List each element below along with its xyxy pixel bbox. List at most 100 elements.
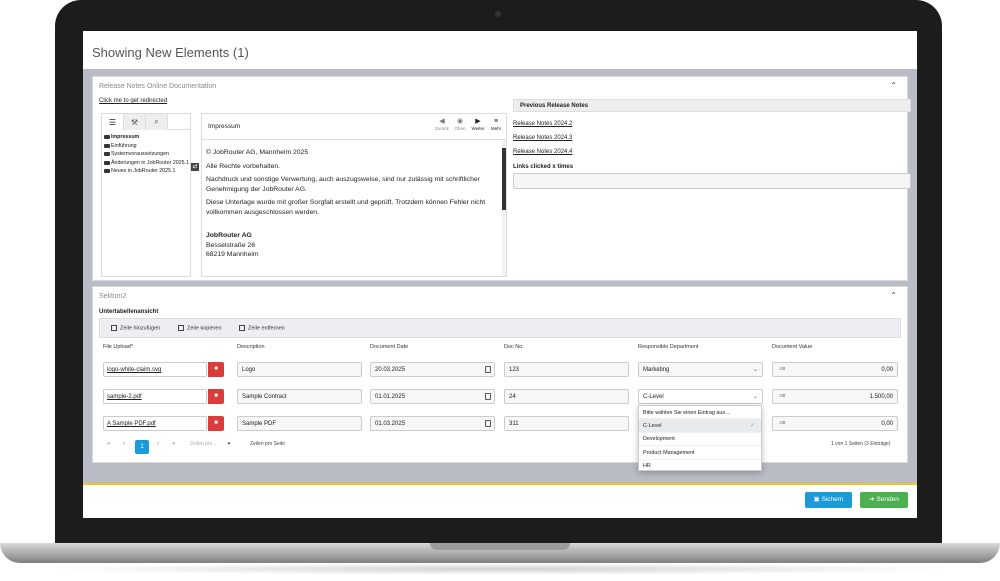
first-page-button[interactable]: « (107, 441, 110, 447)
collapse-icon[interactable]: ⌃ (890, 81, 897, 90)
copy-row-button[interactable]: Zeile kopieren (178, 325, 222, 331)
dropdown-option[interactable]: Bitte wählen Sie einen Eintrag aus... (639, 406, 761, 420)
date-value: 20.03.2025 (375, 367, 406, 373)
file-link[interactable]: logo-white-claim.svg (103, 362, 207, 377)
back-label: Zurück (435, 126, 449, 131)
calendar-icon[interactable] (485, 420, 491, 427)
back-button[interactable]: ◀ Zurück (434, 118, 450, 131)
column-header[interactable]: Description (237, 344, 265, 350)
add-row-button[interactable]: Zeile hinzufügen (111, 325, 160, 331)
menu-icon: ≡ (493, 118, 499, 125)
chevron-down-icon: ⌄ (752, 367, 758, 373)
wrench-icon[interactable]: ⚒ (124, 114, 146, 130)
doc-no-field[interactable]: 311 (504, 416, 629, 431)
copy-icon (178, 325, 184, 331)
laptop-shadow (40, 563, 960, 575)
back-icon: ◀ (439, 118, 445, 125)
release-link[interactable]: Release Notes 2024.3 (513, 135, 572, 141)
delete-file-button[interactable]: ■ (208, 416, 224, 431)
file-link[interactable]: A Sample PDF.pdf (103, 416, 207, 431)
calendar-icon[interactable] (485, 393, 491, 400)
more-button[interactable]: ≡ Mehr (488, 118, 504, 131)
laptop-notch (430, 543, 570, 550)
calendar-icon[interactable] (485, 366, 491, 373)
search-icon[interactable]: ⌕ (146, 114, 168, 130)
folder-icon (104, 143, 110, 148)
tree-item-label: Neues in JobRouter 2025.1 (111, 168, 176, 174)
help-tree: Impressum Einführung Systemvoraussetzung… (102, 130, 190, 175)
collapse-icon[interactable]: ⌃ (890, 291, 897, 300)
date-field[interactable]: 01.03.2025 (370, 416, 495, 431)
caret-down-icon: ▾ (227, 441, 231, 447)
page-header: Showing New Elements (1) (83, 31, 917, 69)
column-header[interactable]: Document Value (772, 344, 812, 350)
column-header[interactable]: Document Date (370, 344, 408, 350)
column-header[interactable]: File Upload* (103, 344, 133, 350)
date-value: 01.03.2025 (375, 421, 406, 427)
delete-file-button[interactable]: ■ (208, 389, 224, 404)
doc-no-field[interactable]: 123 (504, 362, 629, 377)
release-link[interactable]: Release Notes 2024.2 (513, 121, 572, 127)
release-link[interactable]: Release Notes 2024.4 (513, 149, 572, 155)
help-viewer: Impressum ◀ Zurück ◉ Oben ▶ Weiter ≡ Mehr © … (201, 113, 507, 277)
subtable-toolbar: Zeile hinzufügen Zeile kopieren Zeile en… (99, 318, 901, 338)
date-value: 01.01.2025 (375, 394, 406, 400)
sync-toc-icon[interactable]: ⇄ (191, 163, 199, 171)
department-select[interactable]: Marketing ⌄ (638, 362, 763, 377)
next-button[interactable]: ▶ Weiter (470, 118, 486, 131)
redirect-link[interactable]: Click me to get redirected (99, 98, 167, 104)
camera (495, 11, 501, 17)
department-select[interactable]: C-Level ⌄ (638, 389, 763, 404)
home-label: Oben (454, 126, 466, 131)
viewer-toolbar: Impressum ◀ Zurück ◉ Oben ▶ Weiter ≡ Mehr (202, 114, 506, 140)
send-button[interactable]: ➔ Senden (860, 492, 908, 508)
sektion2-panel: Sektion2 ⌃ Untertabellenansicht Zeile hi… (92, 286, 908, 463)
date-field[interactable]: 01.01.2025 (370, 389, 495, 404)
dropdown-option-selected[interactable]: C-Level ✓ (639, 419, 761, 433)
value-field[interactable]: .00 1.500,00 (772, 389, 898, 404)
dropdown-option[interactable]: HR (639, 460, 761, 473)
value-field[interactable]: .00 0,00 (772, 362, 898, 377)
list-icon[interactable]: ☰ (102, 114, 124, 130)
tree-item[interactable]: Impressum (102, 134, 190, 141)
column-header[interactable]: Doc No. (504, 344, 524, 350)
section-title: Sektion2 (99, 293, 127, 300)
next-page-button[interactable]: › (157, 441, 159, 447)
company-name: JobRouter AG (206, 232, 252, 239)
doc-no-field[interactable]: 24 (504, 389, 629, 404)
clicks-field[interactable] (513, 173, 911, 189)
value-field[interactable]: .00 0,00 (772, 416, 898, 431)
app-screen: Showing New Elements (1) Release Notes O… (83, 31, 917, 518)
file-link[interactable]: sample-2.pdf (103, 389, 207, 404)
save-button[interactable]: ▣ Sichern (805, 492, 852, 508)
date-field[interactable]: 20.03.2025 (370, 362, 495, 377)
last-page-button[interactable]: » (172, 441, 175, 447)
more-label: Mehr (490, 126, 502, 131)
description-field[interactable]: Sample PDF (237, 416, 362, 431)
dropdown-option[interactable]: Product Management (639, 446, 761, 460)
description-field[interactable]: Sample Contract (237, 389, 362, 404)
value-number: 0,00 (881, 421, 893, 427)
rows-per-page-placeholder: Zeilen pro ... (190, 441, 218, 447)
tree-item[interactable]: Systemvoraussetzungen (102, 151, 190, 158)
rows-per-page-select[interactable]: Zeilen pro ... ▾ (190, 441, 230, 447)
reprint-text: Nachdruck und sonstige Verwertung, auch … (206, 176, 480, 193)
check-icon: ✓ (749, 423, 755, 430)
column-header[interactable]: Responsible Department (638, 344, 699, 350)
next-label: Weiter (471, 126, 485, 131)
save-label: Sichern (821, 496, 844, 503)
delete-file-button[interactable]: ■ (208, 362, 224, 377)
tree-item[interactable]: Neues in JobRouter 2025.1 (102, 168, 190, 175)
scrollbar-thumb[interactable] (502, 148, 506, 210)
tree-item[interactable]: Einführung (102, 143, 190, 150)
prev-page-button[interactable]: ‹ (123, 441, 125, 447)
tree-item[interactable]: Änderungen in JobRouter 2025.1 (102, 160, 190, 167)
clicks-label: Links clicked x times (513, 164, 574, 170)
home-button[interactable]: ◉ Oben (452, 118, 468, 131)
remove-row-button[interactable]: Zeile entfernen (239, 325, 285, 331)
description-field[interactable]: Logo (237, 362, 362, 377)
current-page-button[interactable]: 1 (135, 440, 149, 454)
footer-bar: ▣ Sichern ➔ Senden (83, 483, 917, 518)
add-row-label: Zeile hinzufügen (120, 325, 161, 332)
dropdown-option[interactable]: Development (639, 433, 761, 447)
